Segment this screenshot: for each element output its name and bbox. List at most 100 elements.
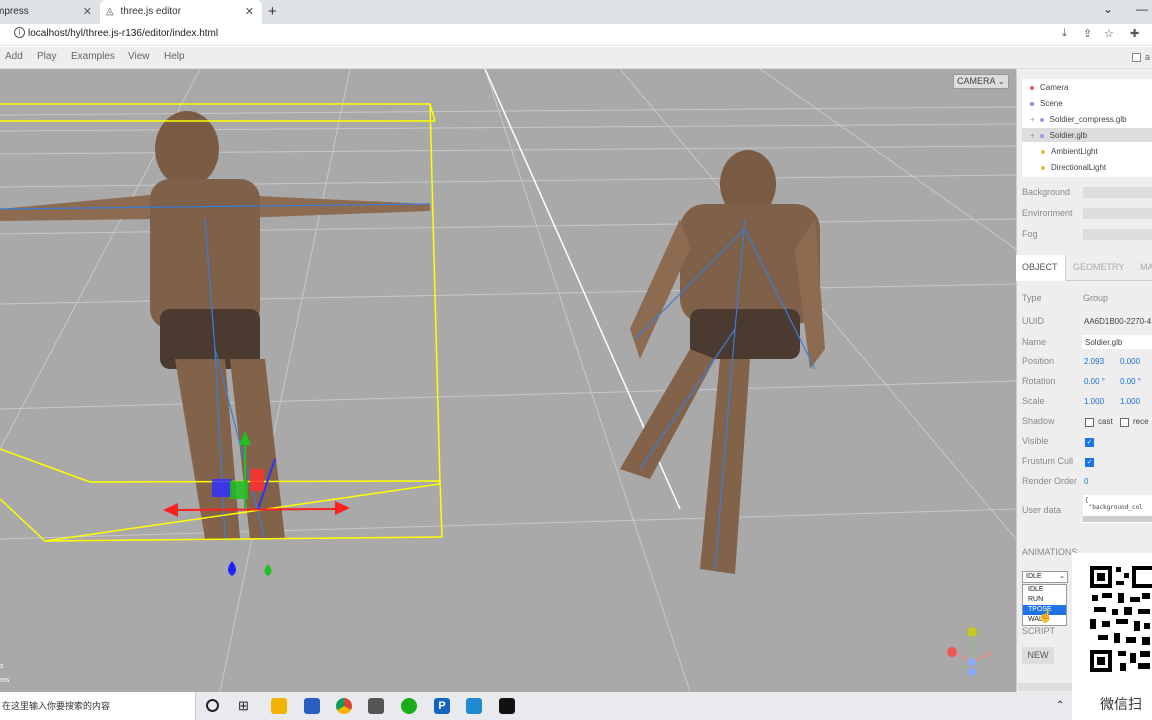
position-label: Position: [1022, 356, 1055, 366]
camera-select-value: CAMERA: [957, 76, 996, 86]
animation-select[interactable]: IDLE ⌄: [1022, 571, 1068, 583]
camera-select[interactable]: CAMERA ⌄: [953, 74, 1009, 89]
shadow-label: Shadow: [1022, 416, 1055, 426]
tray-chevron-icon[interactable]: ⌃: [1056, 700, 1064, 711]
animation-option-idle[interactable]: IDLE: [1023, 585, 1066, 595]
user-data-scrollbar[interactable]: [1083, 516, 1152, 522]
sidebar-scrollbar[interactable]: [1018, 683, 1074, 691]
share-icon[interactable]: ⇪: [1083, 27, 1092, 40]
outliner-label: Camera: [1040, 83, 1069, 92]
outliner-label: Soldier_compress.glb: [1049, 115, 1127, 124]
animation-select-value: IDLE: [1026, 573, 1042, 580]
wechat-icon[interactable]: [401, 698, 417, 714]
task-view-icon[interactable]: ⊞: [238, 698, 249, 714]
outliner-item-directionallight[interactable]: DirectionalLight: [1041, 163, 1106, 172]
chrome-icon[interactable]: [336, 698, 352, 714]
outliner-item-soldier-compress[interactable]: + Soldier_compress.glb: [1030, 115, 1127, 124]
close-tab-icon[interactable]: ✕: [245, 0, 254, 24]
expand-icon[interactable]: +: [1030, 115, 1035, 124]
outliner-label: Soldier.glb: [1049, 131, 1088, 140]
animation-option-run[interactable]: RUN: [1023, 595, 1066, 605]
cast-shadow-label: cast: [1098, 417, 1113, 426]
url-field[interactable]: localhost/hyl/three.js-r136/editor/index…: [28, 28, 218, 39]
render-order-value[interactable]: 0: [1084, 477, 1088, 486]
name-label: Name: [1022, 337, 1047, 347]
file-explorer-icon[interactable]: [271, 698, 287, 714]
rotation-x[interactable]: 0.00 °: [1084, 377, 1105, 386]
name-input[interactable]: Soldier.glb: [1085, 338, 1122, 347]
scene-dot-icon: [1030, 101, 1034, 106]
cast-shadow-checkbox[interactable]: [1085, 418, 1094, 427]
menu-view[interactable]: View: [128, 51, 150, 62]
threejs-logo-icon: ◬: [106, 6, 114, 17]
frustum-cull-checkbox[interactable]: ✓: [1085, 458, 1094, 467]
mouse-cursor-icon: ☝: [1038, 609, 1053, 623]
scale-x[interactable]: 1.000: [1084, 397, 1104, 406]
light-dot-icon: [1041, 149, 1045, 154]
tab-object[interactable]: OBJECT: [1022, 262, 1058, 272]
visible-checkbox[interactable]: ✓: [1085, 438, 1094, 447]
type-label: Type: [1022, 293, 1042, 303]
position-x[interactable]: 2.093: [1084, 357, 1104, 366]
terminal-icon[interactable]: [499, 698, 515, 714]
visible-label: Visible: [1022, 436, 1049, 446]
chevron-down-icon[interactable]: ⌄: [1103, 2, 1113, 16]
p-app-icon[interactable]: P: [434, 698, 450, 714]
uuid-value: AA6D1B00-2270-4: [1084, 317, 1152, 326]
viewport[interactable]: [0, 69, 1016, 692]
menu-examples[interactable]: Examples: [71, 51, 115, 62]
qr-overlay: 微信扫: [1072, 553, 1152, 720]
qr-code-icon: [1090, 566, 1152, 672]
uuid-label: UUID: [1022, 316, 1044, 326]
scale-label: Scale: [1022, 396, 1045, 406]
cortana-icon[interactable]: [206, 699, 219, 712]
outliner-item-ambientlight[interactable]: AmbientLight: [1041, 147, 1098, 156]
new-script-button[interactable]: NEW: [1022, 647, 1054, 664]
animations-heading: ANIMATIONS: [1022, 547, 1078, 557]
new-tab-button[interactable]: +: [268, 3, 277, 20]
fog-select[interactable]: [1083, 229, 1152, 240]
outliner-item-soldier[interactable]: + Soldier.glb: [1030, 131, 1087, 140]
viewport-info-line2: ms: [0, 677, 10, 684]
environment-label: Environment: [1022, 208, 1073, 218]
app-icon[interactable]: [368, 698, 384, 714]
outliner-item-scene[interactable]: Scene: [1030, 99, 1063, 108]
group-dot-icon: [1039, 133, 1044, 138]
chevron-down-icon: ⌄: [1059, 573, 1065, 580]
outliner-label: DirectionalLight: [1051, 163, 1107, 172]
outliner-item-camera[interactable]: Camera: [1030, 83, 1068, 92]
vscode-icon[interactable]: [466, 698, 482, 714]
tab-material[interactable]: MA: [1140, 262, 1152, 272]
tab-geometry[interactable]: GEOMETRY: [1073, 262, 1124, 272]
minimize-icon[interactable]: —: [1136, 2, 1148, 16]
browser-tab-compress[interactable]: mpress ✕: [0, 0, 100, 24]
autosave-checkbox[interactable]: [1132, 53, 1141, 62]
rotation-y[interactable]: 0.00 °: [1120, 377, 1141, 386]
receive-shadow-checkbox[interactable]: [1120, 418, 1129, 427]
star-icon[interactable]: ☆: [1104, 27, 1114, 40]
background-select[interactable]: [1083, 187, 1152, 198]
close-tab-icon[interactable]: ✕: [83, 0, 92, 24]
expand-icon[interactable]: +: [1030, 131, 1035, 140]
extensions-icon[interactable]: ✚: [1130, 27, 1139, 40]
menu-play[interactable]: Play: [37, 51, 56, 62]
group-dot-icon: [1039, 117, 1044, 122]
browser-tab-editor[interactable]: ◬ three.js editor ✕: [100, 0, 262, 24]
viewport-canvas[interactable]: [0, 69, 1016, 692]
menu-help[interactable]: Help: [164, 51, 185, 62]
background-label: Background: [1022, 187, 1071, 197]
info-icon[interactable]: i: [14, 27, 25, 38]
camera-dot-icon: [1030, 85, 1034, 90]
environment-select[interactable]: [1083, 208, 1152, 219]
store-icon[interactable]: [304, 698, 320, 714]
script-heading: SCRIPT: [1022, 626, 1056, 636]
position-y[interactable]: 0.000: [1120, 357, 1140, 366]
install-icon[interactable]: ⤓: [1062, 27, 1067, 40]
menu-add[interactable]: Add: [5, 51, 23, 62]
receive-shadow-label: rece: [1133, 417, 1149, 426]
chevron-down-icon: ⌄: [997, 76, 1006, 86]
outliner-label: AmbientLight: [1051, 147, 1098, 156]
taskbar-search[interactable]: 在这里输入你要搜索的内容: [0, 692, 196, 720]
scale-y[interactable]: 1.000: [1120, 397, 1140, 406]
type-value: Group: [1083, 293, 1109, 303]
